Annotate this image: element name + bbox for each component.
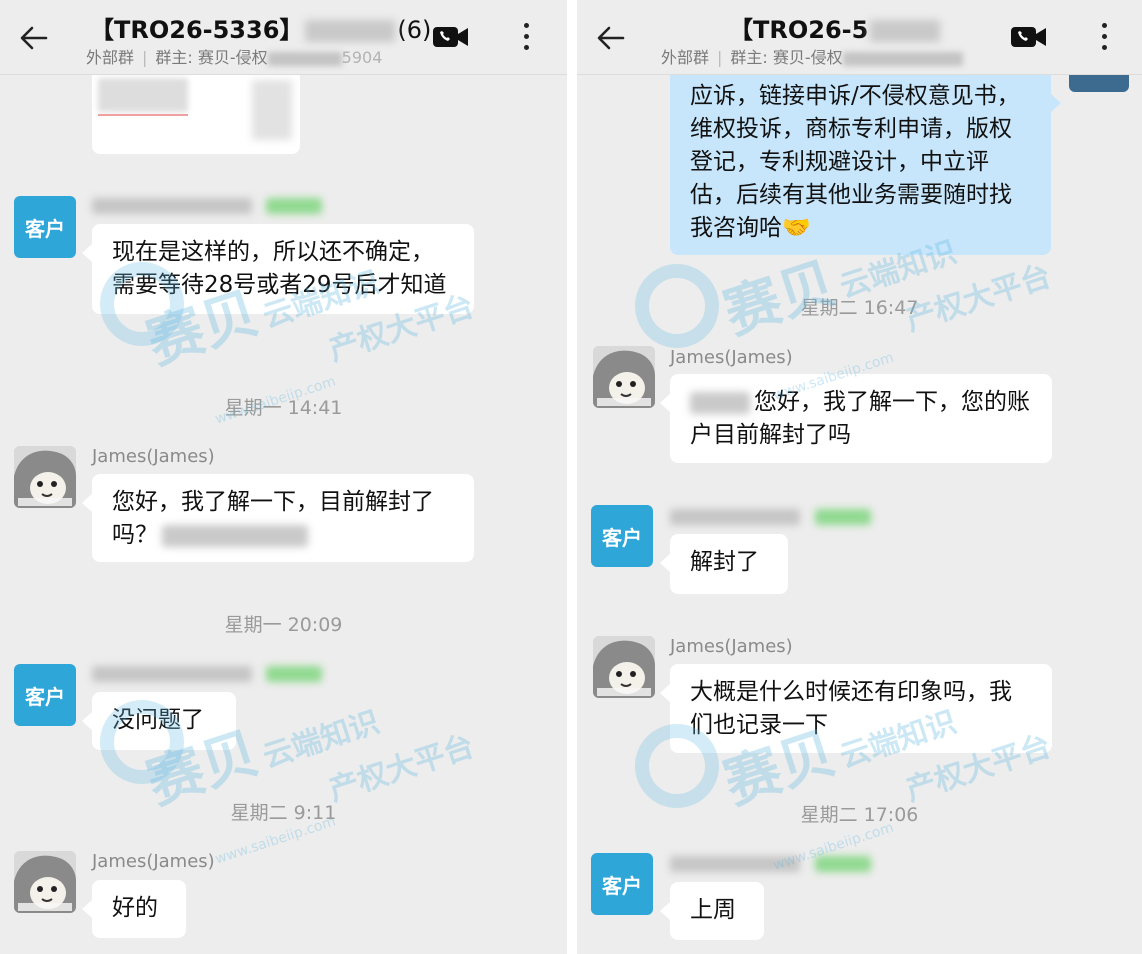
customer-avatar[interactable]: 客户	[14, 196, 76, 258]
shark-costume-cat-icon	[593, 346, 655, 408]
customer-avatar[interactable]: 客户	[14, 664, 76, 726]
chat-header: 【TRO26-5 外部群 | 群主: 赛贝-侵权	[577, 0, 1142, 75]
redacted-sender-name	[670, 856, 800, 872]
timestamp: 星期二 17:06	[800, 804, 919, 826]
james-avatar[interactable]	[14, 446, 76, 508]
redacted-title	[870, 20, 941, 42]
chat-header: 【TRO26-5336】 (6) 外部群 | 群主: 赛贝-侵权 5904	[0, 0, 567, 75]
sender-name: James(James)	[670, 636, 793, 657]
redacted-owner	[842, 51, 963, 66]
external-group-label: 外部群	[661, 48, 710, 67]
group-owner-label: 群主: 赛贝-侵权	[155, 48, 268, 67]
message-bubble[interactable]: 解封了	[660, 534, 788, 594]
redacted-sender-tag	[266, 666, 322, 682]
group-title: 【TRO26-5	[729, 10, 942, 45]
redacted-sender-name	[92, 198, 252, 214]
sender-name: James(James)	[92, 446, 215, 467]
sender-name: James(James)	[670, 347, 793, 368]
timestamp: 星期一 14:41	[224, 397, 343, 419]
title-text: 【TRO26-5	[729, 16, 869, 44]
message-bubble[interactable]: 没问题了	[82, 692, 236, 750]
redacted-image-message[interactable]	[92, 74, 300, 154]
back-arrow-icon[interactable]	[18, 22, 50, 54]
message-bubble[interactable]: 您好，我了解一下，您的账户目前解封了吗	[660, 374, 1052, 463]
redacted-sender-tag	[266, 198, 322, 214]
message-bubble[interactable]: 您好，我了解一下，目前解封了吗？	[82, 474, 474, 562]
message-bubble[interactable]: 大概是什么时候还有印象吗，我们也记录一下	[660, 664, 1052, 753]
video-call-icon[interactable]	[433, 26, 469, 48]
james-avatar[interactable]	[14, 851, 76, 913]
self-avatar[interactable]	[1069, 74, 1129, 92]
james-avatar[interactable]	[593, 636, 655, 698]
redacted-mention	[690, 391, 750, 414]
owner-tail: 5904	[341, 48, 383, 67]
chat-panel-right: 【TRO26-5 外部群 | 群主: 赛贝-侵权 应诉，链接申诉/不侵权意见书，维权…	[577, 0, 1142, 954]
shark-costume-cat-icon	[14, 851, 76, 913]
redacted-mention	[162, 524, 308, 547]
message-bubble-self[interactable]: 应诉，链接申诉/不侵权意见书，维权投诉，商标专利申请，版权登记，专利规避设计，中…	[670, 74, 1061, 255]
message-bubble[interactable]: 上周	[660, 882, 764, 940]
timestamp: 星期二 9:11	[230, 802, 337, 824]
video-call-icon[interactable]	[1011, 26, 1047, 48]
message-bubble[interactable]: 好的	[82, 880, 186, 938]
customer-avatar[interactable]: 客户	[591, 505, 653, 567]
member-count: (6)	[397, 16, 432, 44]
timestamp: 星期二 16:47	[800, 297, 919, 319]
james-avatar[interactable]	[593, 346, 655, 408]
external-group-label: 外部群	[86, 48, 135, 67]
redacted-sender-tag	[815, 509, 871, 525]
more-vertical-icon[interactable]	[1098, 20, 1110, 54]
group-title: 【TRO26-5336】 (6)	[90, 10, 431, 45]
more-vertical-icon[interactable]	[520, 20, 532, 54]
group-subtitle: 外部群 | 群主: 赛贝-侵权 5904	[86, 48, 383, 67]
group-subtitle: 外部群 | 群主: 赛贝-侵权	[661, 44, 963, 68]
shark-costume-cat-icon	[14, 446, 76, 508]
back-arrow-icon[interactable]	[595, 22, 627, 54]
chat-panel-left: 【TRO26-5336】 (6) 外部群 | 群主: 赛贝-侵权 5904 客户 现在是…	[0, 0, 567, 954]
group-owner-label: 群主: 赛贝-侵权	[730, 48, 843, 67]
redacted-sender-name	[670, 509, 800, 525]
redacted-owner	[267, 51, 342, 66]
customer-avatar[interactable]: 客户	[591, 853, 653, 915]
message-bubble[interactable]: 现在是这样的，所以还不确定，需要等待28号或者29号后才知道	[82, 224, 474, 314]
title-text: 【TRO26-5336】	[90, 16, 304, 44]
redacted-sender-name	[92, 666, 252, 682]
redacted-sender-tag	[815, 856, 871, 872]
shark-costume-cat-icon	[593, 636, 655, 698]
redacted-title	[305, 20, 396, 42]
sender-name: James(James)	[92, 851, 215, 872]
timestamp: 星期一 20:09	[224, 614, 343, 636]
